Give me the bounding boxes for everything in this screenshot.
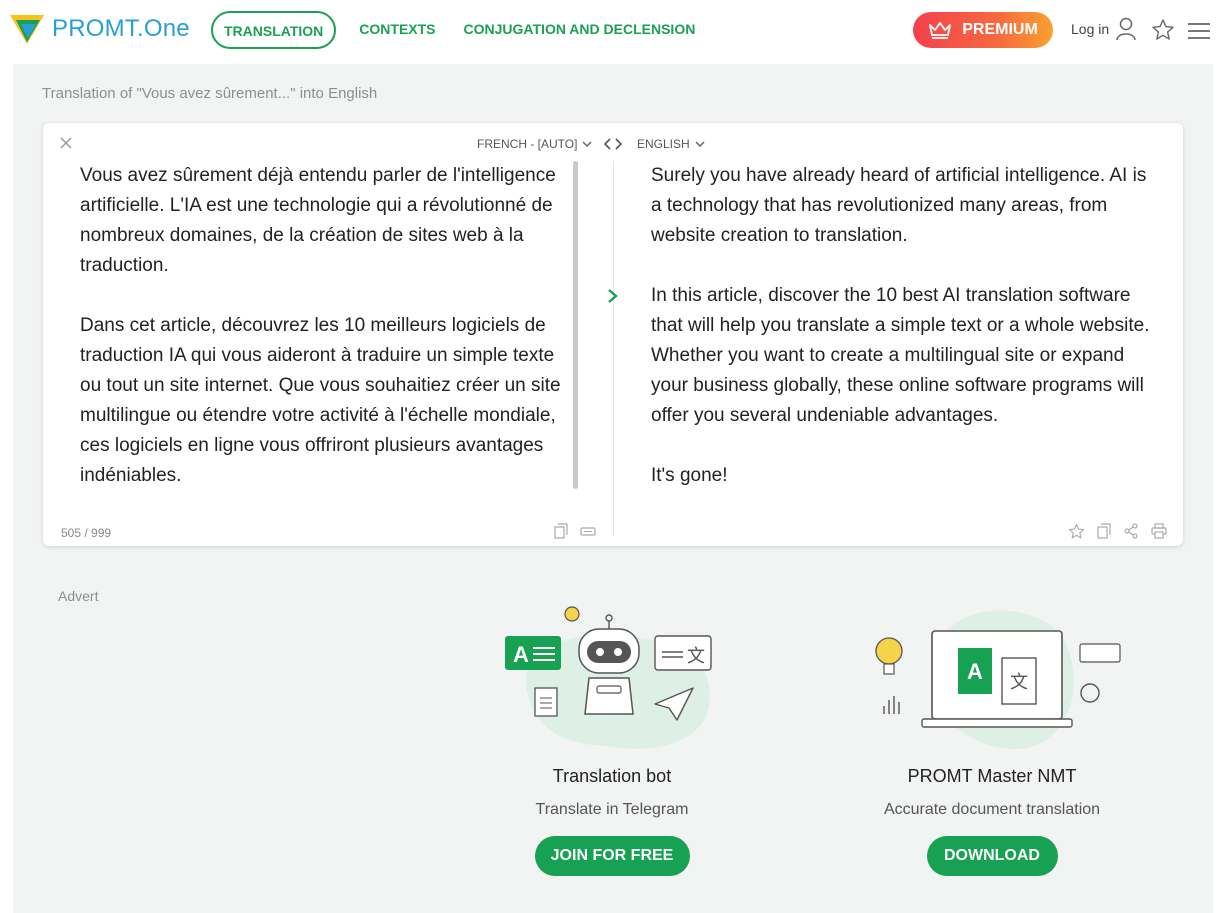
source-text-area[interactable]: Vous avez sûrement déjà entendu parler d…: [80, 161, 565, 521]
target-language-label: ENGLISH: [637, 137, 690, 151]
translator-card: FRENCH - [AUTO] ENGLISH Vous avez sûreme…: [43, 123, 1183, 546]
source-scrollbar[interactable]: [573, 161, 578, 489]
promo-translation-bot: A 文 Translation bot Translate in Telegra…: [482, 596, 742, 876]
translation-bot-illustration: A 文: [505, 606, 712, 749]
source-language-select[interactable]: FRENCH - [AUTO]: [477, 137, 592, 151]
hamburger-menu-icon[interactable]: [1187, 22, 1211, 40]
crown-icon: [929, 22, 952, 39]
clear-text-icon[interactable]: [60, 137, 72, 149]
chevron-down-icon: [695, 141, 705, 147]
source-paragraph: Vous avez sûrement déjà entendu parler d…: [80, 165, 556, 276]
copy-icon[interactable]: [554, 523, 568, 539]
advert-label: Advert: [58, 588, 99, 604]
swap-languages-icon[interactable]: [604, 138, 622, 150]
promo-title: PROMT Master NMT: [907, 766, 1077, 786]
master-nmt-illustration: A 文: [875, 610, 1121, 750]
premium-label: PREMIUM: [962, 21, 1038, 38]
copy-icon[interactable]: [1097, 523, 1111, 539]
source-language-label: FRENCH - [AUTO]: [477, 137, 578, 151]
user-icon: [1116, 17, 1136, 41]
promo-subtitle: Translate in Telegram: [535, 801, 689, 818]
panel-divider: [613, 161, 614, 536]
premium-button[interactable]: PREMIUM: [913, 12, 1053, 48]
promo-master-nmt: A 文 PROMT Master NMT Accurate document t…: [862, 596, 1122, 876]
print-icon[interactable]: [1151, 523, 1167, 539]
top-header: PROMT.One TRANSLATION CONTEXTS CONJUGATI…: [0, 0, 1225, 64]
favorite-star-icon[interactable]: [1068, 523, 1085, 540]
breadcrumb: Translation of "Vous avez sûrement..." i…: [42, 85, 378, 102]
main-area: Translation of "Vous avez sûrement..." i…: [13, 64, 1213, 913]
nav-translation[interactable]: TRANSLATION: [211, 11, 337, 49]
logo-text: PROMT.One: [52, 15, 190, 42]
translate-arrow-icon[interactable]: [606, 288, 620, 304]
nav-conjugation[interactable]: CONJUGATION AND DECLENSION: [453, 11, 707, 49]
char-counter: 505 / 999: [61, 526, 112, 540]
svg-text:文: 文: [687, 646, 705, 666]
nav-contexts[interactable]: CONTEXTS: [348, 11, 446, 49]
source-paragraph: Dans cet article, découvrez les 10 meill…: [80, 315, 561, 486]
promo-title: Translation bot: [552, 766, 672, 786]
svg-text:A: A: [513, 642, 529, 667]
svg-text:A: A: [967, 659, 983, 684]
keyboard-icon[interactable]: [580, 523, 596, 539]
target-paragraph: It's gone!: [651, 465, 728, 486]
join-for-free-button[interactable]: JOIN FOR FREE: [534, 836, 690, 876]
login-label: Log in: [1071, 21, 1110, 37]
translation-output: Surely you have already heard of artific…: [651, 161, 1161, 521]
share-icon[interactable]: [1123, 523, 1139, 539]
svg-text:文: 文: [1010, 672, 1028, 692]
star-icon[interactable]: [1151, 18, 1175, 42]
promt-logo[interactable]: PROMT.One: [10, 13, 190, 45]
promo-subtitle: Accurate document translation: [883, 801, 1101, 818]
target-paragraph: Surely you have already heard of artific…: [651, 165, 1147, 246]
translation-toolbar: [1068, 523, 1167, 540]
download-button[interactable]: DOWNLOAD: [926, 836, 1058, 876]
chevron-down-icon: [582, 141, 592, 147]
main-nav: TRANSLATION CONTEXTS CONJUGATION AND DEC…: [211, 11, 706, 49]
target-language-select[interactable]: ENGLISH: [637, 137, 705, 151]
source-toolbar: [554, 523, 596, 539]
login-button[interactable]: Log in: [1071, 17, 1137, 41]
target-paragraph: In this article, discover the 10 best AI…: [651, 285, 1150, 426]
promt-logo-icon: [10, 15, 44, 44]
